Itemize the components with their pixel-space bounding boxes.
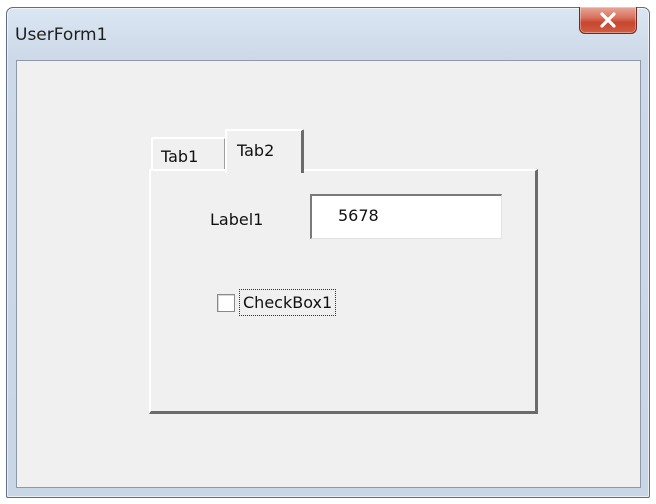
window-title: UserForm1 — [15, 25, 108, 45]
textbox-value: 5678 — [338, 206, 379, 225]
title-bar[interactable]: UserForm1 — [7, 7, 649, 60]
label1: Label1 — [210, 210, 264, 229]
close-button[interactable] — [579, 7, 637, 34]
tab-tab2[interactable]: Tab2 — [225, 129, 304, 173]
tab-join — [227, 169, 301, 175]
close-icon — [600, 12, 616, 28]
textbox[interactable]: 5678 — [310, 194, 502, 239]
tab-label: Tab2 — [237, 141, 275, 160]
tab-label: Tab1 — [161, 147, 199, 166]
checkbox1-label[interactable]: CheckBox1 — [239, 289, 337, 316]
form-client-area: Tab1 Tab2 Label1 5678 CheckBox1 — [16, 60, 641, 488]
tab-tab1[interactable]: Tab1 — [151, 137, 226, 171]
userform-window: UserForm1 Tab1 Tab2 Label1 5678 CheckBox… — [6, 7, 650, 498]
checkbox1[interactable] — [217, 294, 235, 312]
